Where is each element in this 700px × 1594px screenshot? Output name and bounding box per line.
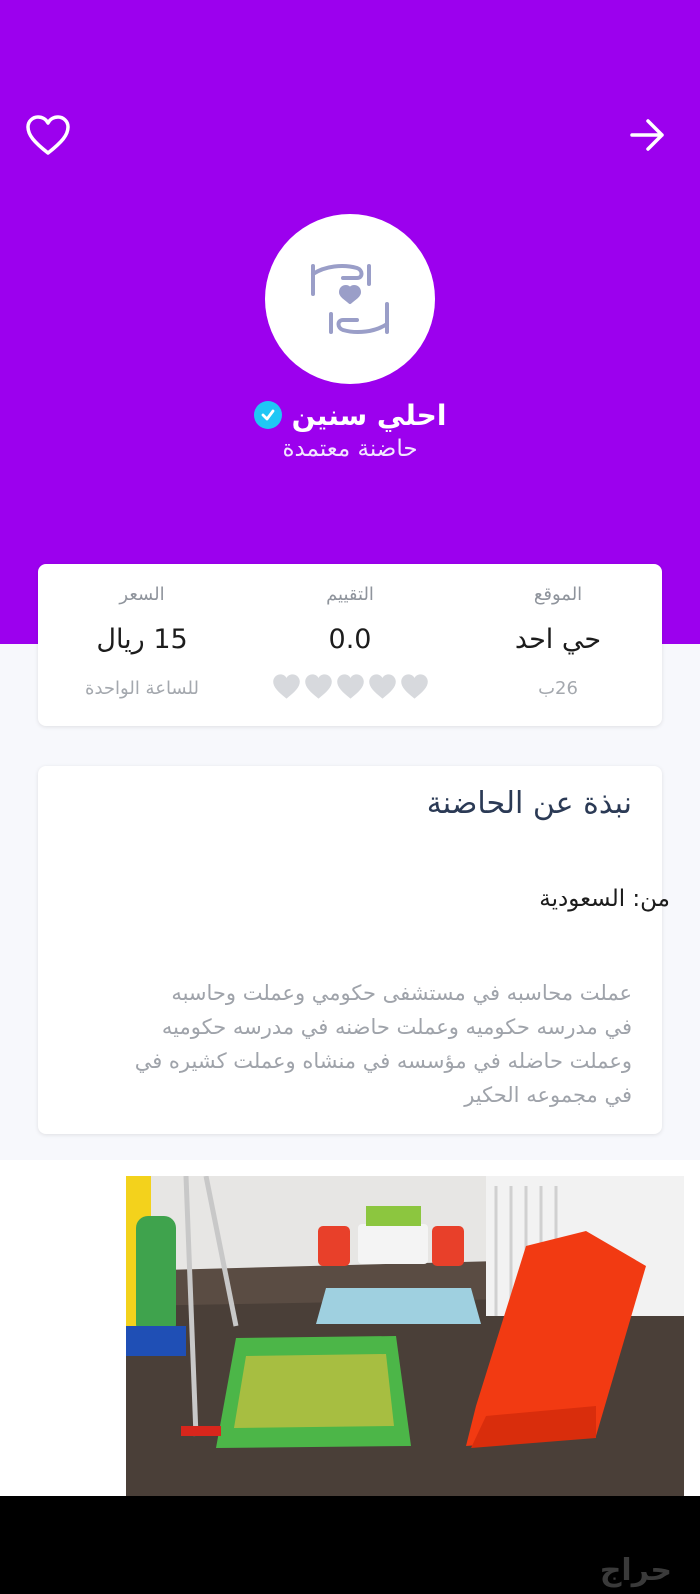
about-body: عملت محاسبه في مستشفى حكومي وعملت وحاسبه… <box>72 976 632 1112</box>
about-line: وعملت حاضله في مؤسسه في منشاه وعملت كشير… <box>134 1049 632 1073</box>
provider-name: احلي سنين <box>291 398 447 432</box>
arrow-right-icon <box>630 119 664 151</box>
price-stat: السعر 15 ريال للساعة الواحدة <box>38 564 246 726</box>
rating-heart-icon <box>336 674 364 699</box>
rating-heart-icon <box>272 674 300 699</box>
price-label: السعر <box>119 584 165 605</box>
rating-heart-icon <box>400 674 428 699</box>
rating-heart-icon <box>368 674 396 699</box>
name-row: احلي سنين <box>0 395 700 435</box>
price-sub: للساعة الواحدة <box>85 678 199 699</box>
price-value: 15 ريال <box>96 624 188 655</box>
rating-value: 0.0 <box>328 624 372 655</box>
heart-outline-icon <box>26 115 70 155</box>
location-value: حي احد <box>514 624 602 655</box>
rating-heart-icon <box>304 674 332 699</box>
rating-label: التقييم <box>326 584 374 605</box>
location-stat: الموقع حي احد 26ب <box>454 564 662 726</box>
location-label: الموقع <box>533 584 583 605</box>
bottom-bar <box>0 1496 700 1594</box>
avatar <box>265 214 435 384</box>
watermark: حراج <box>599 1553 672 1588</box>
nationality: من: السعودية <box>539 886 670 912</box>
location-sub: 26ب <box>538 678 578 699</box>
about-title: نبذة عن الحاضنة <box>426 786 632 821</box>
caring-hands-heart-icon <box>311 264 389 334</box>
verified-check-icon <box>253 401 282 429</box>
about-line: في مجموعه الحكير <box>464 1083 632 1107</box>
provider-subtitle: حاضنة معتمدة <box>282 436 418 462</box>
nursery-photo[interactable] <box>126 1176 684 1498</box>
rating-hearts <box>246 673 454 700</box>
about-line: عملت محاسبه في مستشفى حكومي وعملت وحاسبه <box>171 981 632 1005</box>
about-line: في مدرسه حكوميه وعملت حاضنه في مدرسه حكو… <box>161 1015 632 1039</box>
back-button[interactable] <box>618 105 678 165</box>
rating-stat: التقييم 0.0 <box>246 564 454 726</box>
stats-card: الموقع حي احد 26ب التقييم 0.0 السعر 15 ر… <box>38 564 662 726</box>
favorite-button[interactable] <box>18 105 78 165</box>
about-card: نبذة عن الحاضنة عملت محاسبه في مستشفى حك… <box>38 766 662 1134</box>
